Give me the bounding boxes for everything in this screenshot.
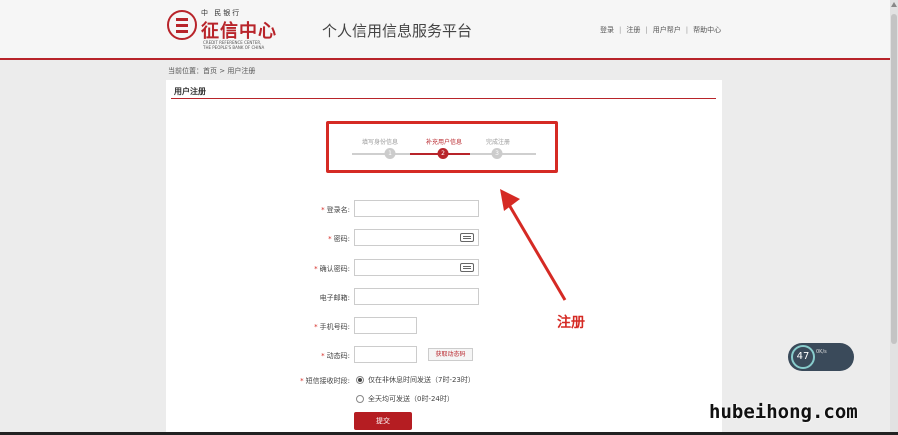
step-1-dot: 1	[384, 148, 396, 159]
step-1-label: 填写身份信息	[361, 139, 399, 146]
breadcrumb: 当前位置：首页 > 用户注册	[168, 67, 256, 75]
nav-login-link[interactable]: 登录	[600, 26, 614, 34]
site-title: 个人信用信息服务平台	[322, 22, 473, 40]
annotation-arrow-icon	[500, 189, 567, 301]
step-track-1	[352, 153, 410, 155]
panel-title: 用户注册	[174, 87, 206, 96]
top-nav: 登录 | 注册 | 用户帮户 | 帮助中心	[600, 25, 721, 35]
speed-text: 0K/s	[816, 349, 827, 355]
nav-separator: |	[619, 26, 622, 34]
email-label: 电子邮箱:	[319, 294, 350, 302]
step-3-dot: 3	[491, 148, 503, 159]
scrollbar-thumb[interactable]	[891, 14, 897, 344]
logo-english-line2: THE PEOPLE'S BANK OF CHINA	[203, 45, 265, 50]
speed-gauge: 47	[791, 345, 815, 369]
keyboard-icon[interactable]	[460, 233, 474, 242]
page-scrollbar[interactable]	[890, 0, 898, 435]
sms-time-label: * 短信接收时段:	[300, 377, 350, 385]
keyboard-icon[interactable]	[460, 263, 474, 272]
registration-panel: 用户注册 填写身份信息 1 补充用户信息 2 完成注册 3 * 登录名: * 密码:…	[166, 80, 722, 435]
nav-separator: |	[685, 26, 689, 34]
network-speed-widget[interactable]: 47 0K/s	[788, 343, 854, 371]
annotation-text: 注册	[557, 315, 585, 331]
confirm-password-label: * 确认密码:	[314, 265, 350, 273]
step-highlight-box	[326, 121, 558, 173]
nav-help-center-link[interactable]: 帮助中心	[693, 26, 721, 34]
credit-emblem-icon	[167, 10, 197, 40]
get-dynamic-code-button[interactable]: 获取动态码	[428, 348, 473, 361]
phone-input[interactable]	[354, 317, 417, 334]
sms-option-allday[interactable]: 全天均可发送（0时-24时）	[356, 394, 454, 404]
submit-button[interactable]: 提交	[354, 412, 412, 430]
radio-unchecked-icon[interactable]	[356, 395, 364, 403]
username-label: * 登录名:	[321, 206, 350, 214]
site-header: 中 民银行 征信中心 CREDIT REFERENCE CENTER, THE …	[0, 0, 890, 60]
step-2-dot: 2	[437, 148, 449, 159]
watermark: hubeihong.com	[709, 401, 858, 423]
panel-divider	[171, 98, 716, 99]
email-input[interactable]	[354, 288, 479, 305]
scroll-up-arrow-icon[interactable]	[891, 2, 897, 7]
credit-center-logo[interactable]: 中 民银行 征信中心 CREDIT REFERENCE CENTER, THE …	[167, 8, 287, 50]
dynamic-code-input[interactable]	[354, 346, 417, 363]
step-2-label: 补充用户信息	[425, 139, 463, 146]
password-label: * 密码:	[328, 235, 350, 243]
dynamic-code-label: * 动态码:	[321, 352, 350, 360]
nav-separator: |	[645, 26, 648, 34]
sms-option-daytime[interactable]: 仅在非休息时间发送（7时-23时）	[356, 375, 475, 385]
radio-checked-icon[interactable]	[356, 376, 364, 384]
username-input[interactable]	[354, 200, 479, 217]
phone-label: * 手机号码:	[314, 323, 350, 331]
step-3-label: 完成注册	[485, 139, 511, 146]
nav-register-link[interactable]: 注册	[626, 26, 640, 34]
nav-user-account-link[interactable]: 用户帮户	[653, 26, 681, 34]
step-track-3	[470, 153, 536, 155]
